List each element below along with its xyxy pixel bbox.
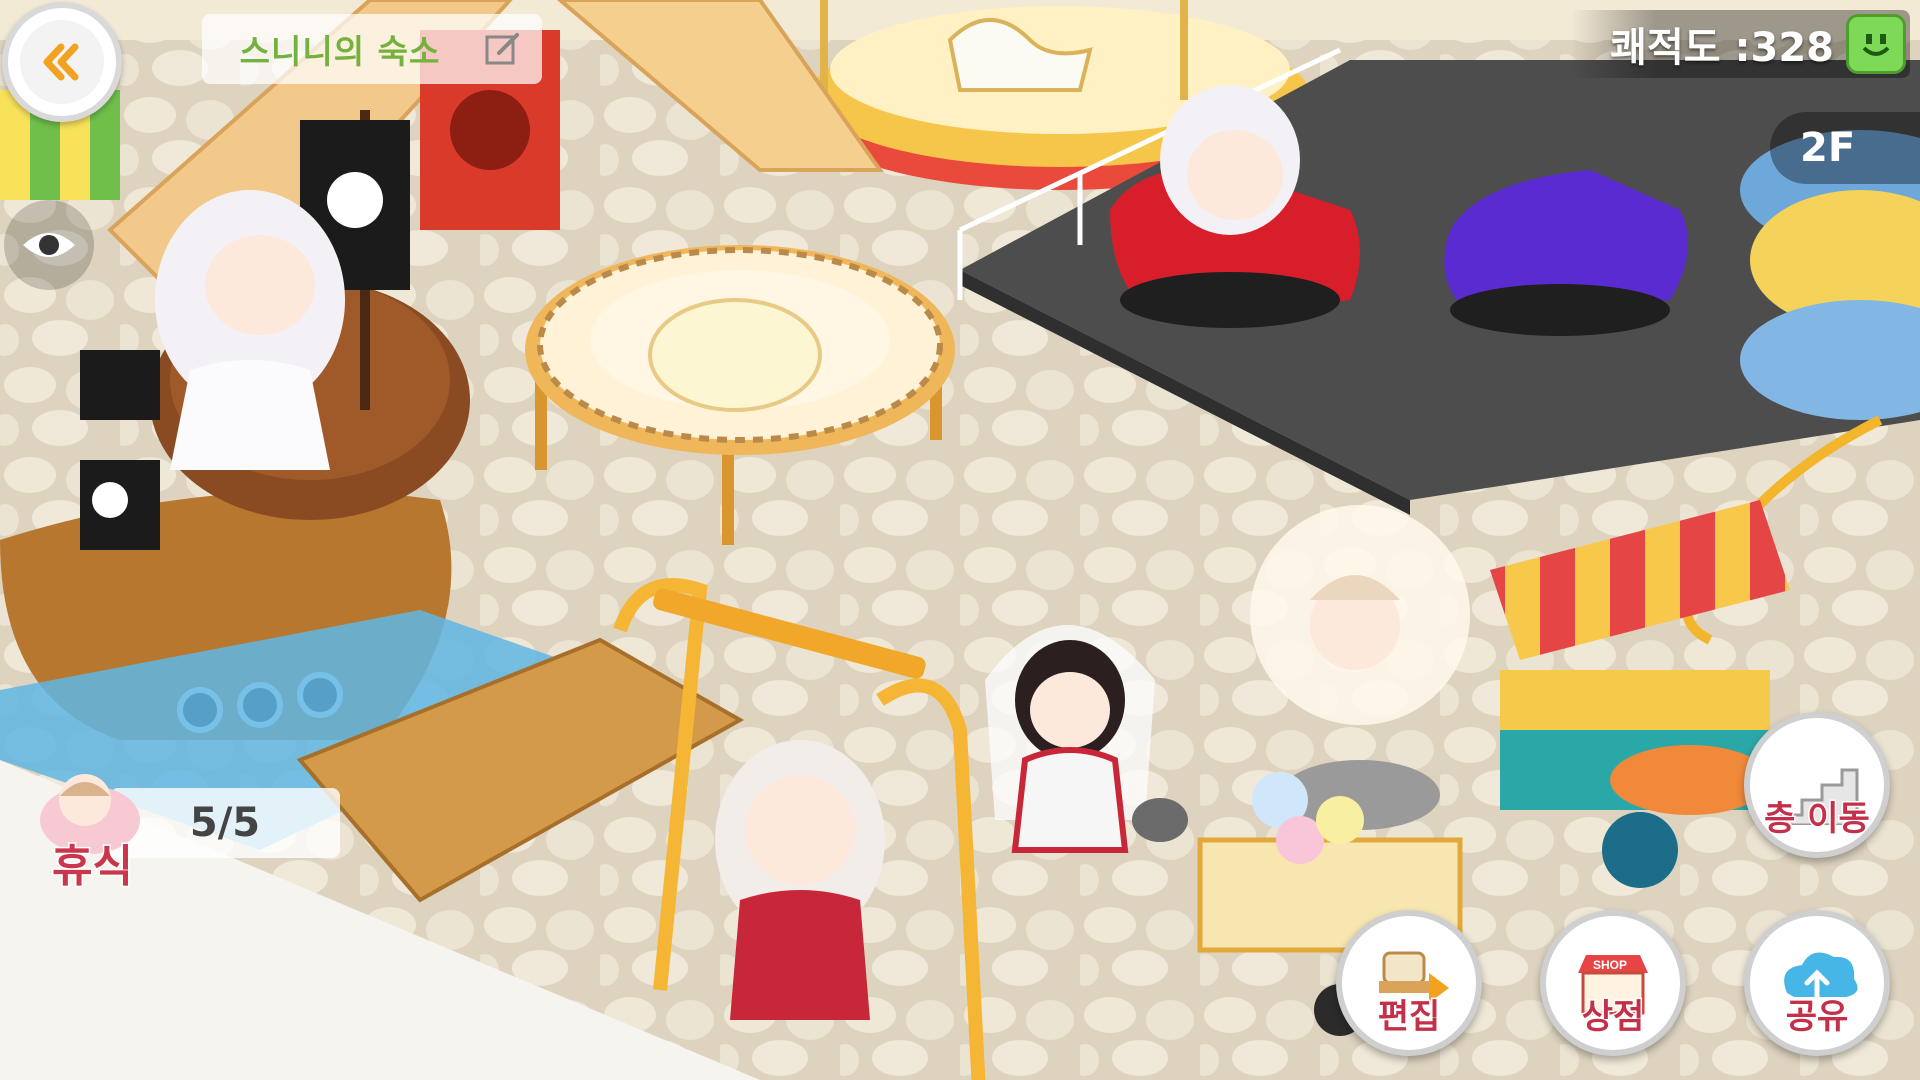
back-arrow-icon <box>20 20 104 104</box>
rest-panel[interactable]: 5/5 휴식 <box>10 770 340 894</box>
rest-count: 5/5 <box>189 800 261 846</box>
comfort-indicator: 쾌적도 :328 <box>1570 10 1910 78</box>
edit-button[interactable]: 편집 <box>1336 910 1482 1056</box>
pencil-icon[interactable] <box>478 24 528 74</box>
floor-indicator: 2F <box>1770 112 1920 184</box>
back-button[interactable] <box>2 2 122 122</box>
comfort-label: 쾌적도 :328 <box>1610 25 1834 71</box>
shop-button[interactable]: SHOP 상점 <box>1540 910 1686 1056</box>
character-white-hair-bride <box>1160 85 1300 235</box>
edit-label: 편집 <box>1376 996 1442 1039</box>
share-button[interactable]: 공유 <box>1744 910 1890 1056</box>
floor-move-label: 층 이동 <box>1763 798 1872 841</box>
share-label: 공유 <box>1784 996 1850 1039</box>
shop-label: 상점 <box>1580 996 1646 1039</box>
character-ship-bride <box>155 190 345 470</box>
dorm-title: 스니니의 숙소 <box>239 32 441 71</box>
rest-label: 휴식 <box>51 840 135 894</box>
smile-face-icon <box>1846 14 1906 74</box>
floor-move-button[interactable]: 층 이동 <box>1744 712 1890 858</box>
floor-label: 2F <box>1800 125 1856 171</box>
toggle-view-button[interactable] <box>4 200 94 290</box>
sleeping-character-bubble <box>1250 505 1470 725</box>
dorm-title-bar: 스니니의 숙소 <box>202 14 542 84</box>
character-swing-girl <box>715 740 885 1020</box>
shop-sign-text: SHOP <box>1593 958 1627 972</box>
eye-icon <box>23 233 75 257</box>
